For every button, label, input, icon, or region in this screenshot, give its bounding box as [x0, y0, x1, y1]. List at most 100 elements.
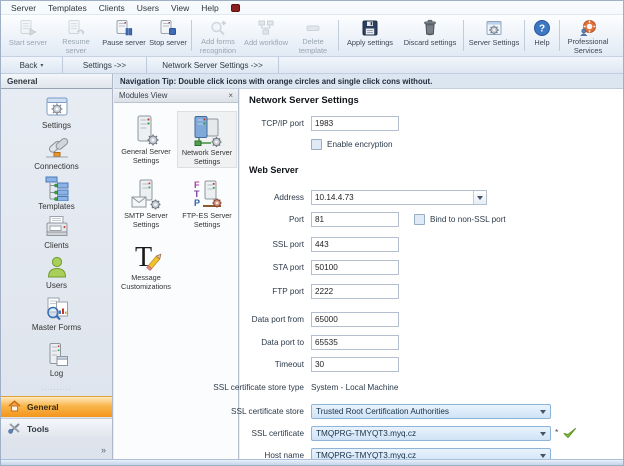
toolbar: Start server Resume server Pause server … — [1, 15, 623, 57]
delete-template-button[interactable]: Delete template — [290, 16, 336, 55]
ftp-server-gear-icon: FTP — [177, 176, 237, 212]
sidebar-item-users[interactable]: Users — [1, 253, 112, 290]
web-server-section-title: Web Server — [249, 165, 298, 175]
menu-users[interactable]: Users — [137, 3, 159, 13]
data-port-to-input[interactable] — [311, 335, 399, 350]
sidebar-item-label: Users — [1, 281, 112, 290]
server-settings-label: Server Settings — [469, 39, 520, 47]
required-asterisk: * — [555, 427, 558, 437]
data-port-from-input[interactable] — [311, 312, 399, 327]
help-button[interactable]: ? Help — [527, 16, 557, 55]
smtp-server-gear-icon — [116, 176, 176, 212]
nav-tab-general[interactable]: General — [1, 396, 112, 417]
menu-server[interactable]: Server — [11, 3, 36, 13]
stop-server-label: Stop server — [149, 39, 187, 47]
modules-view-header: Modules View × — [114, 89, 238, 103]
form-section-title: Network Server Settings — [249, 95, 359, 106]
timeout-label: Timeout — [275, 357, 304, 372]
ssl-certificate-combobox[interactable]: TMQPRG-TMYQT3.myq.cz — [311, 426, 551, 441]
enable-encryption-checkbox[interactable] — [311, 139, 322, 150]
address-combobox[interactable]: 10.14.4.73 — [311, 190, 487, 205]
sidebar-item-master-forms[interactable]: Master Forms — [1, 295, 112, 332]
sidebar-item-templates[interactable]: Templates — [1, 174, 112, 211]
help-icon: ? — [533, 18, 551, 38]
sidebar-item-settings[interactable]: Settings — [1, 93, 112, 130]
cert-store-type-value: System - Local Machine — [311, 380, 398, 395]
menu-help[interactable]: Help — [201, 3, 218, 13]
module-network-server-settings[interactable]: Network Server Settings — [177, 111, 237, 168]
sta-port-label: STA port — [273, 260, 304, 275]
add-forms-recognition-label: Add forms recognition — [194, 38, 242, 55]
green-check-icon — [562, 426, 577, 445]
discard-settings-label: Discard settings — [404, 39, 457, 47]
collapse-chevron-icon[interactable]: » — [101, 446, 106, 455]
chevron-down-icon[interactable] — [473, 191, 486, 204]
menu-bar: Server Templates Clients Users View Help — [1, 1, 623, 15]
discard-settings-button[interactable]: Discard settings — [399, 16, 461, 55]
ssl-port-input[interactable] — [311, 237, 399, 252]
documents-magnifier-icon — [1, 295, 112, 323]
resume-server-label: Resume server — [51, 38, 101, 55]
pause-server-icon — [115, 18, 133, 38]
save-icon — [361, 18, 379, 38]
delete-template-icon — [304, 18, 322, 37]
professional-services-label: Professional Services — [562, 38, 614, 55]
sidebar-item-connections[interactable]: Connections — [1, 134, 112, 171]
add-forms-recognition-button[interactable]: Add forms recognition — [194, 16, 242, 55]
module-message-customizations[interactable]: T Message Customizations — [116, 237, 176, 292]
start-server-label: Start server — [9, 39, 47, 47]
add-workflow-button[interactable]: Add workflow — [242, 16, 290, 55]
ssl-certificate-row: SSL certificate TMQPRG-TMYQT3.myq.cz * — [240, 426, 623, 441]
start-server-icon — [19, 18, 37, 38]
sidebar-item-log[interactable]: Log — [1, 341, 112, 378]
cert-store-value: Trusted Root Certification Authorities — [316, 407, 449, 416]
apply-settings-button[interactable]: Apply settings — [341, 16, 399, 55]
chevron-down-icon — [540, 410, 546, 414]
resume-server-button[interactable]: Resume server — [51, 16, 101, 55]
server-settings-button[interactable]: Server Settings — [466, 16, 522, 55]
delete-template-label: Delete template — [290, 38, 336, 55]
sta-port-input[interactable] — [311, 260, 399, 275]
pause-server-button[interactable]: Pause server — [101, 16, 147, 55]
house-icon — [8, 400, 21, 414]
breadcrumb-settings[interactable]: Settings ->> — [63, 57, 147, 73]
navigation-tip: Navigation Tip: Double click icons with … — [114, 74, 623, 89]
network-server-settings-form: Network Server Settings TCP/IP port Enab… — [240, 89, 623, 459]
tcpip-port-label: TCP/IP port — [261, 116, 304, 131]
module-label: Message Customizations — [116, 274, 176, 291]
module-ftp-es-server-settings[interactable]: FTP FTP-ES Server Settings — [177, 175, 237, 230]
cert-store-combobox[interactable]: Trusted Root Certification Authorities — [311, 404, 551, 419]
timeout-input[interactable] — [311, 357, 399, 372]
port-row: Port Bind to non-SSL port — [240, 212, 623, 227]
life-ring-icon — [579, 18, 597, 37]
close-icon[interactable]: × — [228, 92, 233, 100]
template-tree-icon — [1, 174, 112, 202]
module-general-server-settings[interactable]: General Server Settings — [116, 111, 176, 166]
breadcrumb-network-server-settings[interactable]: Network Server Settings ->> — [147, 57, 279, 73]
tcpip-port-input[interactable] — [311, 116, 399, 131]
panel-splitter[interactable]: ·········· — [1, 387, 112, 393]
bind-non-ssl-checkbox[interactable] — [414, 214, 425, 225]
sidebar-item-clients[interactable]: Clients — [1, 213, 112, 250]
add-workflow-label: Add workflow — [244, 39, 288, 47]
menu-templates[interactable]: Templates — [48, 3, 87, 13]
professional-services-button[interactable]: Professional Services — [562, 16, 614, 55]
nav-tab-tools[interactable]: Tools — [1, 418, 112, 439]
nav-tab-tools-label: Tools — [27, 424, 49, 434]
menu-view[interactable]: View — [171, 3, 189, 13]
add-forms-recognition-icon — [209, 18, 227, 37]
resume-server-icon — [67, 18, 85, 37]
navigation-tip-text: Navigation Tip: Double click icons with … — [120, 77, 432, 86]
menu-clients[interactable]: Clients — [99, 3, 125, 13]
stop-server-button[interactable]: Stop server — [147, 16, 189, 55]
sidebar-item-label: Clients — [1, 241, 112, 250]
sidebar-item-label: Connections — [1, 162, 112, 171]
modules-view-title: Modules View — [119, 91, 167, 100]
module-smtp-server-settings[interactable]: SMTP Server Settings — [116, 175, 176, 230]
back-button[interactable]: Back ▾ — [1, 57, 63, 73]
port-input[interactable] — [311, 212, 399, 227]
ftp-port-input[interactable] — [311, 284, 399, 299]
start-server-button[interactable]: Start server — [5, 16, 51, 55]
address-value: 10.14.4.73 — [315, 193, 354, 202]
data-port-to-row: Data port to — [240, 335, 623, 350]
